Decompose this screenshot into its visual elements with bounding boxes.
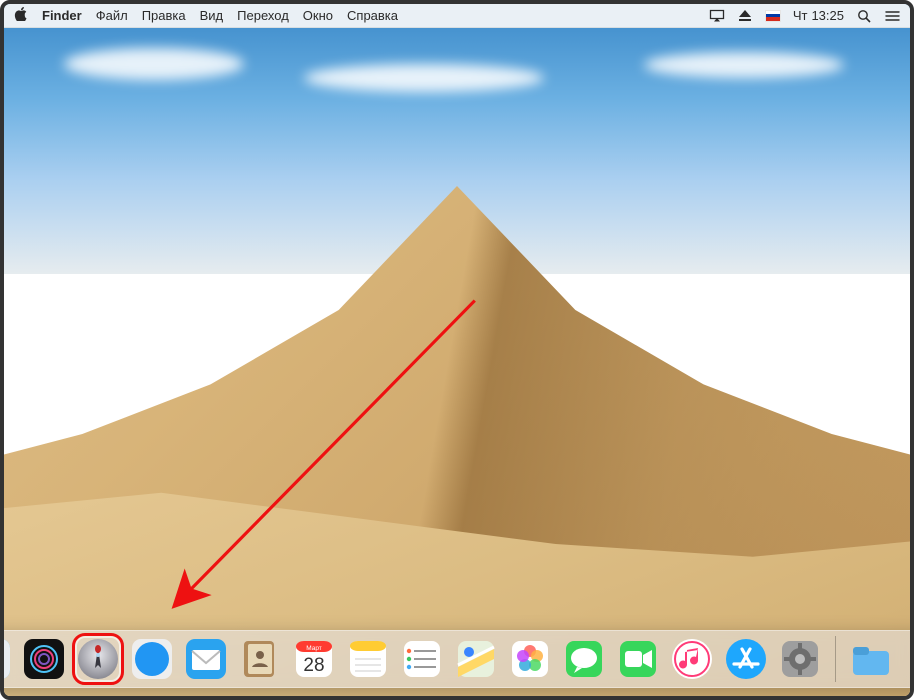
- dock-appstore[interactable]: [723, 636, 769, 682]
- dock-finder[interactable]: [0, 636, 13, 682]
- macos-desktop: Finder Файл Правка Вид Переход Окно Спра…: [0, 0, 914, 700]
- dock-reminders[interactable]: [399, 636, 445, 682]
- dock-contacts[interactable]: [237, 636, 283, 682]
- clock-day[interactable]: Чт: [793, 8, 808, 23]
- apple-menu[interactable]: [14, 7, 28, 24]
- dock-notes[interactable]: [345, 636, 391, 682]
- wallpaper-mojave: [4, 4, 910, 696]
- dock-downloads[interactable]: [848, 636, 894, 682]
- dock-facetime[interactable]: [615, 636, 661, 682]
- airplay-icon[interactable]: [709, 9, 725, 23]
- dock-photos[interactable]: [507, 636, 553, 682]
- dock-trash[interactable]: [902, 636, 914, 682]
- dock-safari[interactable]: [129, 636, 175, 682]
- dock-siri[interactable]: [21, 636, 67, 682]
- dock: Март 28: [0, 630, 914, 688]
- notification-center-icon[interactable]: [884, 9, 900, 23]
- clock-time[interactable]: 13:25: [811, 8, 844, 23]
- menu-edit[interactable]: Правка: [142, 8, 186, 23]
- dock-messages[interactable]: [561, 636, 607, 682]
- menu-go[interactable]: Переход: [237, 8, 289, 23]
- dock-launchpad[interactable]: [75, 636, 121, 682]
- dock-separator: [835, 636, 836, 682]
- dock-calendar[interactable]: Март 28: [291, 636, 337, 682]
- menubar: Finder Файл Правка Вид Переход Окно Спра…: [4, 4, 910, 28]
- menu-window[interactable]: Окно: [303, 8, 333, 23]
- calendar-day-label: 28: [303, 655, 324, 676]
- menu-help[interactable]: Справка: [347, 8, 398, 23]
- dock-itunes[interactable]: [669, 636, 715, 682]
- spotlight-icon[interactable]: [856, 9, 872, 23]
- eject-icon[interactable]: [737, 9, 753, 23]
- calendar-month-label: Март: [306, 645, 322, 652]
- dock-maps[interactable]: [453, 636, 499, 682]
- input-source-flag[interactable]: [765, 9, 781, 23]
- dock-system-preferences[interactable]: [777, 636, 823, 682]
- menu-file[interactable]: Файл: [96, 8, 128, 23]
- menubar-app-name[interactable]: Finder: [42, 8, 82, 23]
- menu-view[interactable]: Вид: [200, 8, 224, 23]
- apple-logo-icon: [14, 7, 28, 21]
- dock-mail[interactable]: [183, 636, 229, 682]
